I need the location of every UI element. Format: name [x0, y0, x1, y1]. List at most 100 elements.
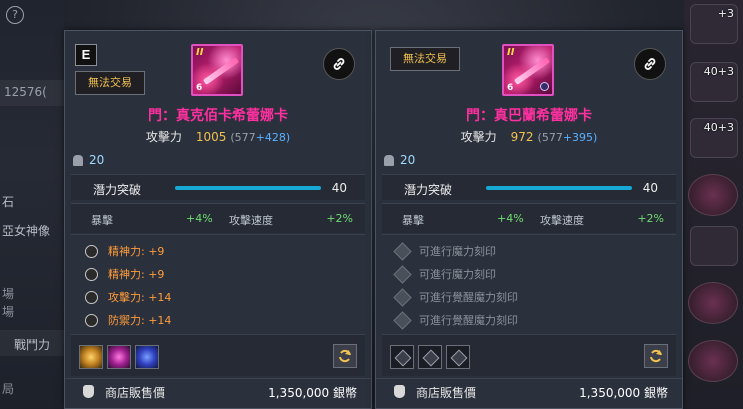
- engraving-row: 可進行覺醒魔力刻印: [393, 287, 518, 307]
- background-text: 石: [2, 195, 15, 209]
- sidebar-slot[interactable]: [690, 226, 738, 266]
- gem-slot-empty[interactable]: [446, 345, 470, 369]
- engraving-row: 精神力: +9: [85, 243, 164, 259]
- blade-graphic: [202, 57, 240, 85]
- refresh-icon: [650, 349, 662, 363]
- engraving-slot-icon: [393, 287, 412, 307]
- item-icon: II 6: [502, 44, 554, 96]
- engraving-text: 可進行魔力刻印: [419, 268, 496, 281]
- upgrade-count: 20: [400, 153, 416, 167]
- gem-slot[interactable]: [107, 345, 131, 369]
- link-button[interactable]: [634, 48, 666, 80]
- grade-badge: E: [75, 44, 97, 66]
- engraving-icon: [85, 267, 98, 281]
- link-icon: [333, 58, 345, 70]
- stat-value: +4%: [497, 212, 524, 225]
- engraving-icon: [85, 290, 98, 304]
- potential-label: 潛力突破: [93, 183, 142, 197]
- upgrade-icon: [384, 154, 394, 166]
- sidebar-slot[interactable]: [688, 174, 738, 216]
- link-button[interactable]: [323, 48, 355, 80]
- potential-label: 潛力突破: [404, 183, 453, 197]
- sidebar-slot[interactable]: 40+3: [690, 118, 738, 158]
- stat-value: +2%: [637, 212, 664, 225]
- attack-label: 攻擊力: [145, 130, 182, 144]
- background-text: 戰鬥力: [14, 338, 51, 352]
- sidebar-slot[interactable]: +3: [690, 4, 738, 44]
- attack-row: 攻擊力 972 (577+395): [376, 128, 682, 145]
- slot-level: 40+3: [703, 121, 734, 134]
- link-icon: [644, 58, 656, 70]
- gem-slot[interactable]: [79, 345, 103, 369]
- engraving-text: 防禦力: +14: [108, 314, 172, 327]
- slot-level: +3: [717, 7, 734, 20]
- attack-label: 攻擊力: [460, 130, 497, 144]
- price-label: 商店販售價: [105, 386, 166, 400]
- gem-slot-empty[interactable]: [390, 345, 414, 369]
- stat-label: 攻擊速度: [229, 214, 273, 227]
- blade-graphic: [513, 57, 551, 85]
- sidebar-slot[interactable]: 40+3: [690, 62, 738, 102]
- attack-bonus: +395): [562, 131, 598, 144]
- potential-value: 40: [642, 181, 658, 195]
- slot-level: 40+3: [703, 65, 734, 78]
- price-label: 商店販售價: [416, 386, 477, 400]
- reforge-button[interactable]: [644, 344, 668, 368]
- engraving-row: 精神力: +9: [85, 266, 164, 282]
- price-row: 商店販售價 1,350,000 銀幣: [65, 378, 371, 404]
- engraving-text: 可進行覺醒魔力刻印: [419, 314, 518, 327]
- sidebar-slot[interactable]: [688, 340, 738, 382]
- potential-section: 潛力突破 40: [382, 174, 676, 200]
- stats-section: 暴擊 +4% 攻擊速度 +2%: [71, 203, 365, 233]
- socket-icon: [540, 82, 549, 91]
- refresh-icon: [339, 349, 351, 363]
- stat-label: 暴擊: [402, 214, 424, 227]
- stat-label: 攻擊速度: [540, 214, 584, 227]
- engraving-row: 防禦力: +14: [85, 312, 171, 328]
- level-label: 6: [507, 83, 514, 93]
- gem-slot-empty[interactable]: [418, 345, 442, 369]
- stat-label: 暴擊: [91, 214, 113, 227]
- background-text: 場: [2, 287, 15, 301]
- background-text: 亞女神像: [2, 224, 51, 238]
- money-bag-icon: [83, 385, 94, 398]
- attack-base: (577: [230, 131, 256, 144]
- engraving-icon: [85, 313, 98, 327]
- price-row: 商店販售價 1,350,000 銀幣: [376, 378, 682, 404]
- potential-value: 40: [331, 181, 347, 195]
- background-text: 局: [2, 382, 15, 396]
- item-name: 門：真克佰卡希蕾娜卡: [148, 108, 288, 124]
- upgrade-count: 20: [89, 153, 105, 167]
- background-text: 12576(: [4, 85, 47, 99]
- engraving-slot-icon: [393, 310, 412, 330]
- engraving-text: 精神力: +9: [108, 245, 165, 258]
- background-text: 場: [2, 305, 15, 319]
- item-tooltip-equipped: E 無法交易 II 6 門：真克佰卡希蕾娜卡 攻擊力 1005 (577+428) …: [64, 30, 372, 409]
- level-label: 6: [196, 83, 203, 93]
- gem-section: [382, 334, 676, 376]
- engraving-row: 攻擊力: +14: [85, 289, 171, 305]
- stats-section: 暴擊 +4% 攻擊速度 +2%: [382, 203, 676, 233]
- potential-bar: [175, 186, 321, 190]
- engraving-section: 可進行魔力刻印 可進行魔力刻印 可進行覺醒魔力刻印 可進行覺醒魔力刻印: [382, 234, 676, 332]
- item-icon: II 6: [191, 44, 243, 96]
- engraving-row: 可進行魔力刻印: [393, 264, 496, 284]
- trade-status-badge: 無法交易: [390, 47, 460, 71]
- potential-bar: [486, 186, 632, 190]
- sidebar-slot[interactable]: [688, 282, 738, 324]
- upgrade-row: 20: [384, 153, 415, 167]
- upgrade-row: 20: [73, 153, 104, 167]
- help-icon[interactable]: ?: [6, 6, 24, 24]
- reforge-button[interactable]: [333, 344, 357, 368]
- trade-status-badge: 無法交易: [75, 71, 145, 95]
- upgrade-icon: [73, 154, 83, 166]
- engraving-text: 精神力: +9: [108, 268, 165, 281]
- engraving-text: 可進行覺醒魔力刻印: [419, 291, 518, 304]
- engraving-text: 可進行魔力刻印: [419, 245, 496, 258]
- price-value: 1,350,000 銀幣: [268, 386, 357, 400]
- item-tooltip-compare: 無法交易 II 6 門：真巴蘭希蕾娜卡 攻擊力 972 (577+395) 20 潛…: [375, 30, 683, 409]
- engraving-slot-icon: [393, 264, 412, 284]
- tier-label: II: [196, 47, 204, 58]
- tier-label: II: [507, 47, 515, 58]
- gem-slot[interactable]: [135, 345, 159, 369]
